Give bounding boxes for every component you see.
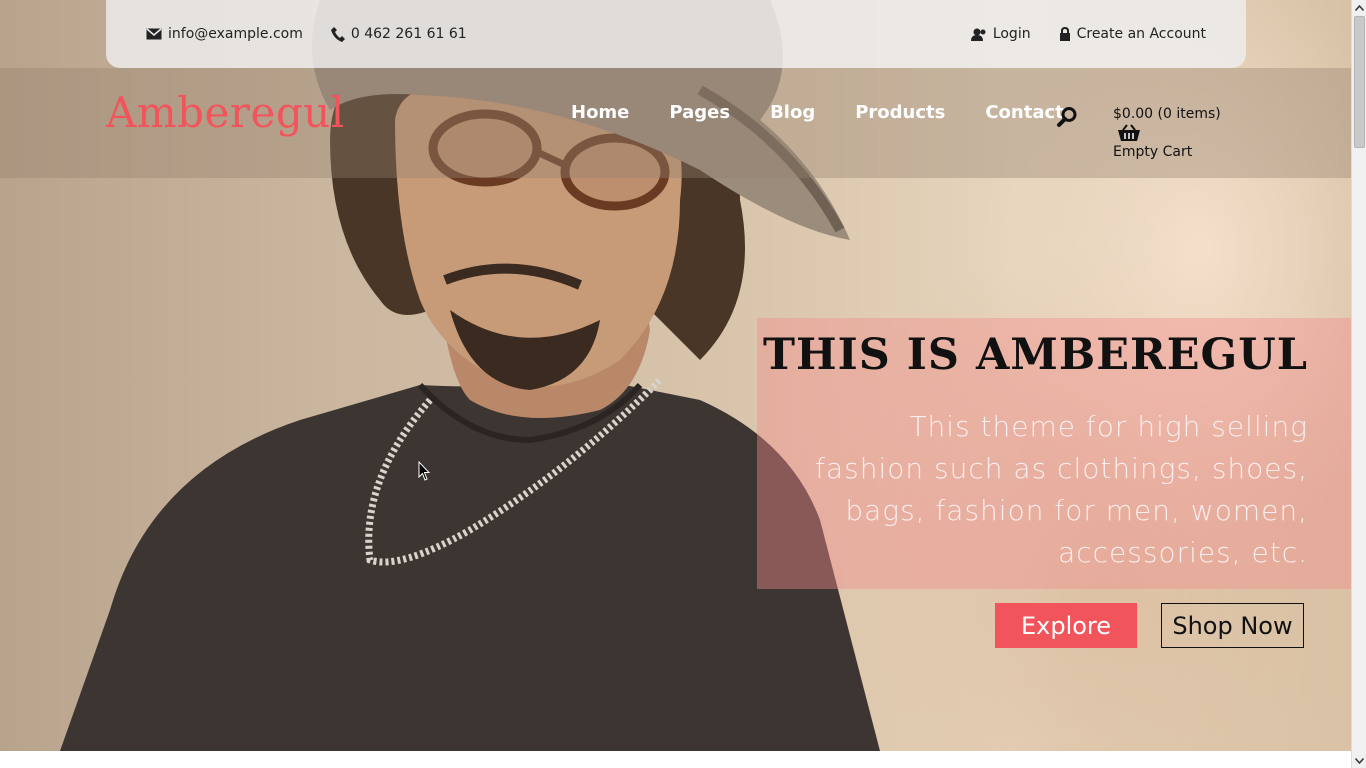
- top-info-bar: info@example.com 0 462 261 61 61 Login C…: [106, 0, 1246, 68]
- explore-button[interactable]: Explore: [995, 603, 1137, 648]
- phone-icon: [330, 27, 345, 42]
- envelope-icon: [146, 28, 162, 40]
- basket-icon: [1118, 124, 1140, 141]
- scroll-up-icon[interactable]: [1352, 0, 1366, 15]
- nav-pages[interactable]: Pages: [649, 102, 750, 123]
- email-text: info@example.com: [168, 26, 303, 42]
- phone-text: 0 462 261 61 61: [350, 26, 467, 42]
- site-header: Amberegul Home Pages Blog Products Conta…: [0, 68, 1351, 178]
- vertical-scrollbar[interactable]: [1351, 0, 1366, 768]
- account-links: Login Create an Account: [970, 26, 1206, 42]
- mouse-cursor-icon: [418, 461, 430, 481]
- page-bottom-strip: [0, 751, 1351, 768]
- nav-home[interactable]: Home: [551, 102, 649, 123]
- scroll-down-icon[interactable]: [1352, 753, 1366, 768]
- phone-link[interactable]: 0 462 261 61 61: [330, 26, 467, 42]
- page-viewport: info@example.com 0 462 261 61 61 Login C…: [0, 0, 1351, 768]
- login-text: Login: [992, 26, 1031, 42]
- scrollbar-thumb[interactable]: [1354, 16, 1365, 148]
- lock-icon: [1059, 27, 1070, 41]
- shop-now-button[interactable]: Shop Now: [1161, 603, 1304, 648]
- site-logo[interactable]: Amberegul: [106, 88, 345, 137]
- cart-status: Empty Cart: [1113, 144, 1193, 160]
- cart-total: $0.00 (0 items): [1113, 106, 1221, 122]
- search-icon[interactable]: [1056, 106, 1078, 128]
- nav-blog[interactable]: Blog: [750, 102, 835, 123]
- email-link[interactable]: info@example.com: [146, 26, 303, 42]
- create-account-text: Create an Account: [1076, 26, 1206, 42]
- main-nav: Home Pages Blog Products Contact: [551, 102, 1084, 123]
- nav-products[interactable]: Products: [835, 102, 965, 123]
- slide-title: THIS IS AMBEREGUL: [763, 330, 1308, 380]
- contact-info: info@example.com 0 462 261 61 61: [146, 26, 467, 42]
- create-account-link[interactable]: Create an Account: [1059, 26, 1206, 42]
- user-icon: [970, 28, 986, 41]
- login-link[interactable]: Login: [970, 26, 1031, 42]
- cart-widget[interactable]: $0.00 (0 items) Empty Cart: [1113, 106, 1221, 160]
- slide-description: This theme for high selling fashion such…: [815, 410, 1308, 569]
